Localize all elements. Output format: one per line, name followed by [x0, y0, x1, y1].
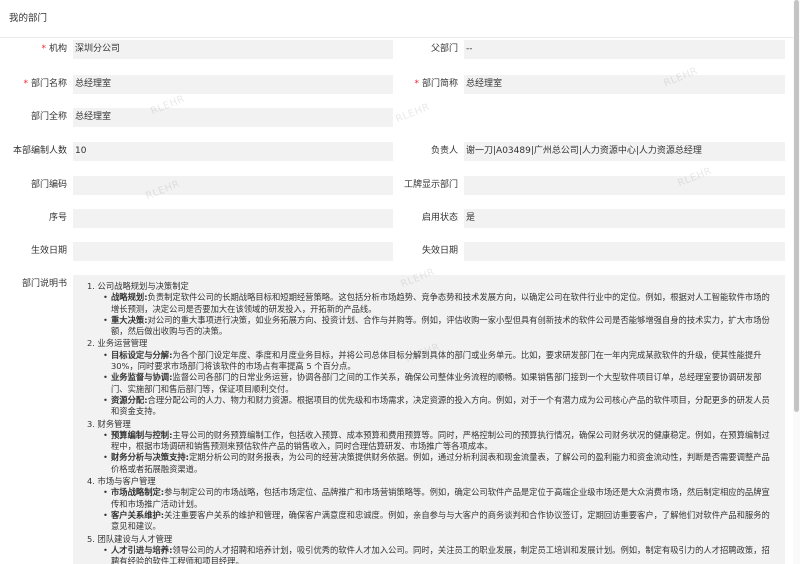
description-section: 2. 业务运营管理 • 目标设定与分解:为各个部门设定年度、季度和月度业务目标，并将… [87, 338, 771, 417]
description-item-text: 主导公司的财务预算编制工作，包括收入预算、成本预算和费用预算等。同时，严格控制公… [111, 429, 770, 452]
ticket-dept-field[interactable] [464, 176, 785, 195]
description-item-text: 为各个部门设定年度、季度和月度业务目标，并将公司总体目标分解到具体的部门或业务单… [111, 349, 762, 372]
description-item-head: 战略规划: [111, 292, 148, 303]
description-section-title: 3. 财务管理 [87, 418, 131, 429]
required-mark: * [23, 79, 28, 89]
description-item: • 市场战略制定:参与制定公司的市场战略，包括市场定位、品牌推广和市场营销策略等。… [87, 487, 771, 510]
bullet-icon: • [103, 349, 108, 360]
dept-name-label: * 部门名称 [0, 75, 67, 94]
required-mark: * [414, 79, 419, 89]
org-label-text: 机构 [48, 44, 67, 54]
dept-short-label-text: 部门简称 [421, 79, 458, 89]
description-item: • 重大决策:对公司的重大事项进行决策，如业务拓展方向、投资计划、合作与并购等。例… [87, 315, 771, 338]
description-label: 部门说明书 [21, 279, 67, 289]
description-section: 1. 公司战略规划与决策制定 • 战略规划:负责制定软件公司的长期战略目标和短期经营… [87, 281, 771, 337]
description-item-text: 对公司的重大事项进行决策，如业务拓展方向、投资计划、合作与并购等。例如，评估收购… [111, 314, 770, 337]
parent-field[interactable]: -- [464, 40, 785, 59]
bullet-icon: • [103, 429, 108, 440]
description-item: • 目标设定与分解:为各个部门设定年度、季度和月度业务目标，并将公司总体目标分解到… [87, 350, 771, 373]
org-label: * 机构 [0, 40, 67, 59]
end-date-field[interactable] [464, 242, 785, 261]
bullet-icon: • [103, 509, 108, 520]
description-item-text: 关注重要客户关系的维护和管理，确保客户满意度和忠诚度。例如，亲自参与与大客户的商… [111, 509, 770, 532]
dept-name-field[interactable]: 总经理室 [73, 75, 393, 94]
dept-short-field[interactable]: 总经理室 [464, 75, 785, 94]
parent-label: 父部门 [430, 44, 458, 54]
leader-label: 负责人 [430, 146, 458, 156]
bullet-icon: • [103, 394, 108, 405]
description-item-text: 监督公司各部门的日常业务运营，协调各部门之间的工作关系，确保公司整体业务流程的顺… [111, 372, 762, 394]
description-item: • 业务监督与协调:监督公司各部门的日常业务运营，协调各部门之间的工作关系，确保公… [87, 372, 771, 395]
ticket-dept-label: 工牌显示部门 [403, 180, 458, 190]
leader-field[interactable]: 谢一刀|A03489|广州总公司|人力资源中心|人力资源总经理 [464, 142, 785, 161]
page-scrollbar-thumb[interactable] [794, 0, 799, 412]
bullet-icon: • [103, 487, 108, 498]
headcount-label: 本部编制人数 [12, 146, 67, 156]
org-field[interactable]: 深圳分公司 [73, 40, 393, 59]
description-section: 3. 财务管理 • 预算编制与控制:主导公司的财务预算编制工作，包括收入预算、成本预… [87, 419, 771, 475]
watermark: RLEHR [394, 101, 432, 126]
description-item-text: 参与制定公司的市场战略，包括市场定位、品牌推广和市场营销策略等。例如，确定公司软… [111, 487, 770, 509]
description-section-title: 1. 公司战略规划与决策制定 [87, 281, 189, 291]
description-section-title: 2. 业务运营管理 [87, 338, 148, 349]
description-item-head: 业务监督与协调: [111, 372, 173, 383]
description-item-head: 客户关系维护: [111, 509, 165, 520]
description-item-head: 人才引进与培养: [111, 544, 173, 555]
description-section-title: 5. 团队建设与人才管理 [87, 533, 173, 544]
description-item: • 预算编制与控制:主导公司的财务预算编制工作，包括收入预算、成本预算和费用预算等… [87, 430, 771, 453]
description-section: 5. 团队建设与人才管理 • 人才引进与培养:领导公司的人才招聘和培养计划，吸引优秀… [87, 534, 771, 564]
description-item-text: 领导公司的人才招聘和培养计划，吸引优秀的软件人才加入公司。同时，关注员工的职业发… [111, 544, 770, 564]
description-item: • 财务分析与决策支持:定期分析公司的财务报表，为公司的经营决策提供财务依据。例如… [87, 452, 771, 475]
bullet-icon: • [103, 314, 108, 325]
dept-code-field[interactable] [73, 176, 393, 195]
description-item: • 资源分配:合理分配公司的人力、物力和财力资源。根据项目的优先级和市场需求，决定… [87, 395, 771, 418]
start-date-field[interactable] [73, 242, 393, 261]
description-item-text: 合理分配公司的人力、物力和财力资源。根据项目的优先级和市场需求，决定资源的投入方… [111, 394, 770, 417]
page-title: 我的部门 [0, 0, 793, 38]
start-date-label: 生效日期 [30, 246, 67, 256]
status-field[interactable]: 是 [464, 209, 785, 228]
description-item-text: 负责制定软件公司的长期战略目标和短期经营策略。这包括分析市场趋势、竞争态势和技术… [111, 292, 770, 314]
description-item-head: 财务分析与决策支持: [111, 452, 189, 463]
dept-full-label: 部门全称 [30, 112, 67, 122]
bullet-icon: • [103, 292, 108, 303]
description-section: 4. 市场与客户管理 • 市场战略制定:参与制定公司的市场战略，包括市场定位、品牌推… [87, 476, 771, 532]
seq-field[interactable] [73, 209, 393, 228]
description-item-head: 预算编制与控制: [111, 429, 173, 440]
description-item-head: 目标设定与分解: [111, 349, 173, 360]
description-item: • 客户关系维护:关注重要客户关系的维护和管理，确保客户满意度和忠诚度。例如，亲自… [87, 510, 771, 533]
description-item-head: 资源分配: [111, 394, 148, 405]
dept-short-label: * 部门简称 [400, 75, 458, 94]
seq-label: 序号 [48, 213, 67, 223]
status-label: 启用状态 [421, 213, 458, 223]
dept-code-label: 部门编码 [30, 180, 67, 190]
bullet-icon: • [103, 544, 108, 555]
bullet-icon: • [103, 452, 108, 463]
description-item: • 人才引进与培养:领导公司的人才招聘和培养计划，吸引优秀的软件人才加入公司。同时… [87, 545, 771, 564]
end-date-label: 失效日期 [421, 246, 458, 256]
description-item-head: 重大决策: [111, 314, 148, 325]
description-item-head: 市场战略制定: [111, 487, 165, 498]
description-item-text: 定期分析公司的财务报表，为公司的经营决策提供财务依据。例如，通过分析利润表和现金… [111, 452, 770, 474]
description-box[interactable]: 1. 公司战略规划与决策制定 • 战略规划:负责制定软件公司的长期战略目标和短期经营… [73, 275, 785, 564]
description-section-title: 4. 市场与客户管理 [87, 476, 156, 487]
headcount-field[interactable]: 10 [73, 142, 393, 161]
bullet-icon: • [103, 372, 108, 383]
required-mark: * [41, 44, 46, 54]
dept-full-field[interactable]: 总经理室 [73, 108, 393, 127]
description-item: • 战略规划:负责制定软件公司的长期战略目标和短期经营策略。这包括分析市场趋势、竞… [87, 292, 771, 315]
dept-name-label-text: 部门名称 [30, 79, 67, 89]
